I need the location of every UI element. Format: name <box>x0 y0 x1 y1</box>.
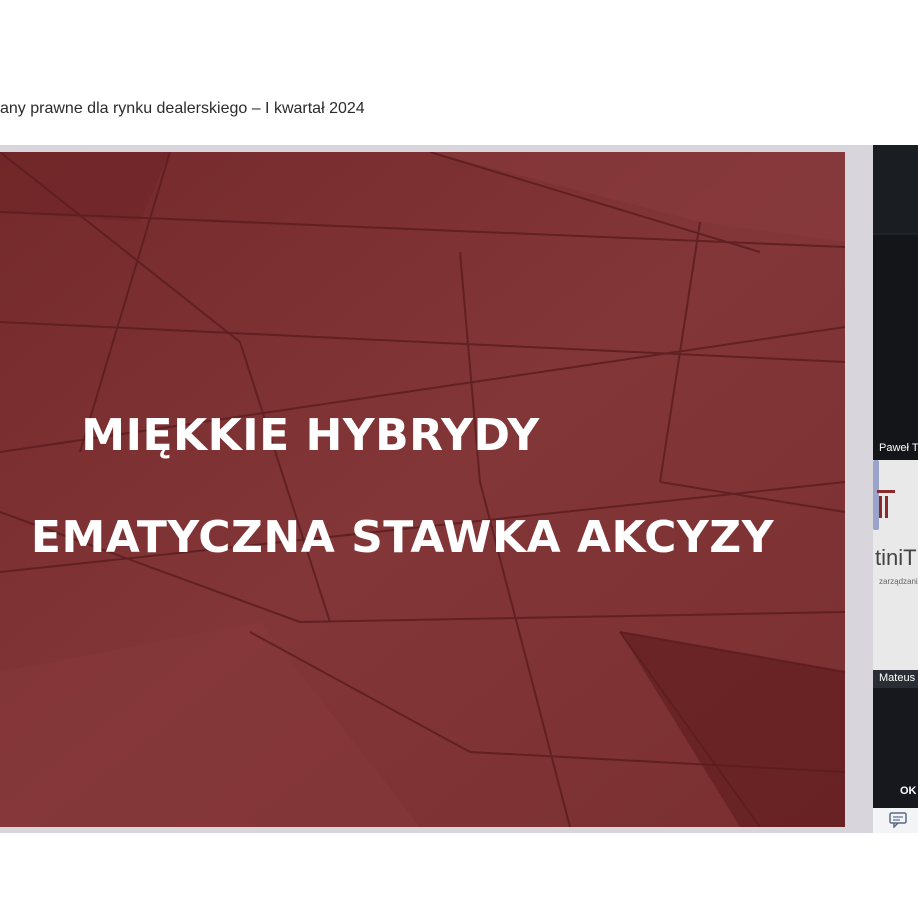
participant-name-strip: Mateus <box>873 670 918 688</box>
participant-tile-1[interactable]: Paweł T <box>873 235 918 460</box>
company-logo-subtext: zarządzanie <box>879 577 918 586</box>
chat-icon[interactable] <box>889 812 907 828</box>
presentation-slide: MIĘKKIE HYBRYDY EMATYCZNA STAWKA AKCYZY <box>0 152 845 827</box>
chat-toolbar[interactable] <box>873 808 918 833</box>
participant-name-1: Paweł T <box>879 442 918 454</box>
meeting-window: any prawne dla rynku dealerskiego – I kw… <box>0 0 918 918</box>
ok-button[interactable]: OK <box>900 785 917 797</box>
meeting-title: any prawne dla rynku dealerskiego – I kw… <box>0 100 365 117</box>
slide-title-line-2: EMATYCZNA STAWKA AKCYZY <box>30 512 775 563</box>
participant-tile-top[interactable] <box>873 145 918 233</box>
shared-screen: MIĘKKIE HYBRYDY EMATYCZNA STAWKA AKCYZY <box>0 145 873 833</box>
slide-title-line-1: MIĘKKIE HYBRYDY <box>81 410 540 461</box>
participants-panel: Paweł T tiniT zarządzanie Mateus OK <box>873 145 918 833</box>
slide-geometric-background <box>0 152 845 827</box>
participant-tile-2-video[interactable]: tiniT zarządzanie <box>873 460 918 670</box>
company-logo-mark <box>877 490 895 518</box>
company-logo-text: tiniT <box>875 545 917 570</box>
participant-name-2: Mateus <box>879 672 916 684</box>
